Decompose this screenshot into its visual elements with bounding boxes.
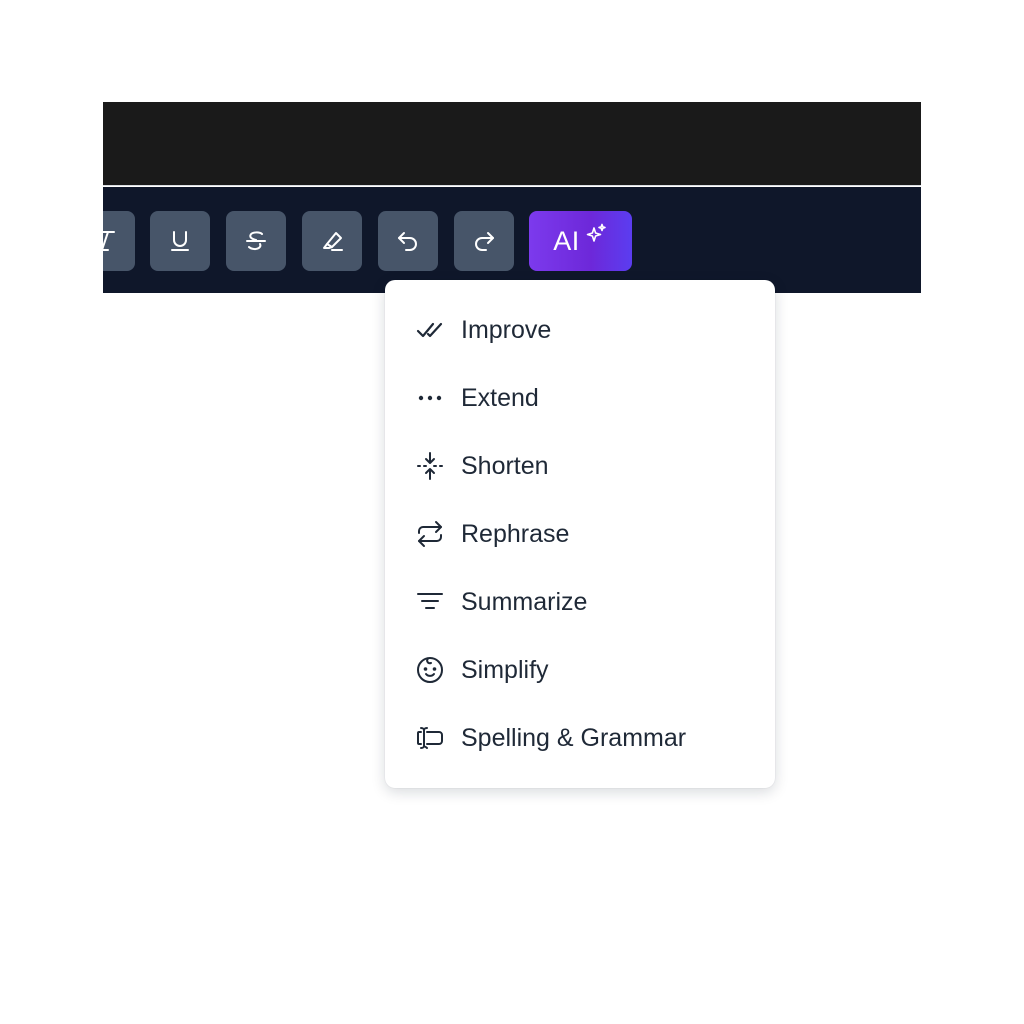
menu-item-label: Summarize <box>461 587 588 616</box>
menu-item-label: Spelling & Grammar <box>461 723 687 752</box>
ai-button[interactable]: AI <box>529 211 632 271</box>
menu-item-simplify[interactable]: Simplify <box>385 640 775 700</box>
menu-item-label: Extend <box>461 383 539 412</box>
italic-icon <box>103 228 118 254</box>
underline-icon <box>167 228 193 254</box>
italic-button[interactable] <box>103 211 135 271</box>
menu-item-label: Shorten <box>461 451 549 480</box>
repeat-icon <box>415 519 445 549</box>
filter-lines-icon <box>415 587 445 617</box>
ai-button-label: AI <box>553 225 580 256</box>
strikethrough-button[interactable] <box>226 211 286 271</box>
editor-frame: AI <box>103 102 921 293</box>
highlight-button[interactable] <box>302 211 362 271</box>
menu-item-shorten[interactable]: Shorten <box>385 436 775 496</box>
editor-top-bar <box>103 102 921 186</box>
menu-item-label: Simplify <box>461 655 549 684</box>
strikethrough-icon <box>243 228 269 254</box>
menu-item-rephrase[interactable]: Rephrase <box>385 504 775 564</box>
dots-horizontal-icon <box>415 383 445 413</box>
compress-arrows-icon <box>415 451 445 481</box>
menu-item-improve[interactable]: Improve <box>385 300 775 360</box>
sparkles-icon <box>584 222 608 251</box>
underline-button[interactable] <box>150 211 210 271</box>
redo-icon <box>471 228 497 254</box>
formatting-toolbar: AI <box>103 187 921 293</box>
highlighter-icon <box>318 227 346 255</box>
text-cursor-icon <box>415 723 445 753</box>
redo-button[interactable] <box>454 211 514 271</box>
double-check-icon <box>415 315 445 345</box>
undo-button[interactable] <box>378 211 438 271</box>
menu-item-label: Rephrase <box>461 519 570 548</box>
baby-face-icon <box>415 655 445 685</box>
menu-item-spelling-grammar[interactable]: Spelling & Grammar <box>385 708 775 768</box>
undo-icon <box>395 228 421 254</box>
menu-item-extend[interactable]: Extend <box>385 368 775 428</box>
ai-actions-menu: Improve Extend Shorten Rephrase Summariz… <box>385 280 775 788</box>
menu-item-label: Improve <box>461 315 552 344</box>
menu-item-summarize[interactable]: Summarize <box>385 572 775 632</box>
